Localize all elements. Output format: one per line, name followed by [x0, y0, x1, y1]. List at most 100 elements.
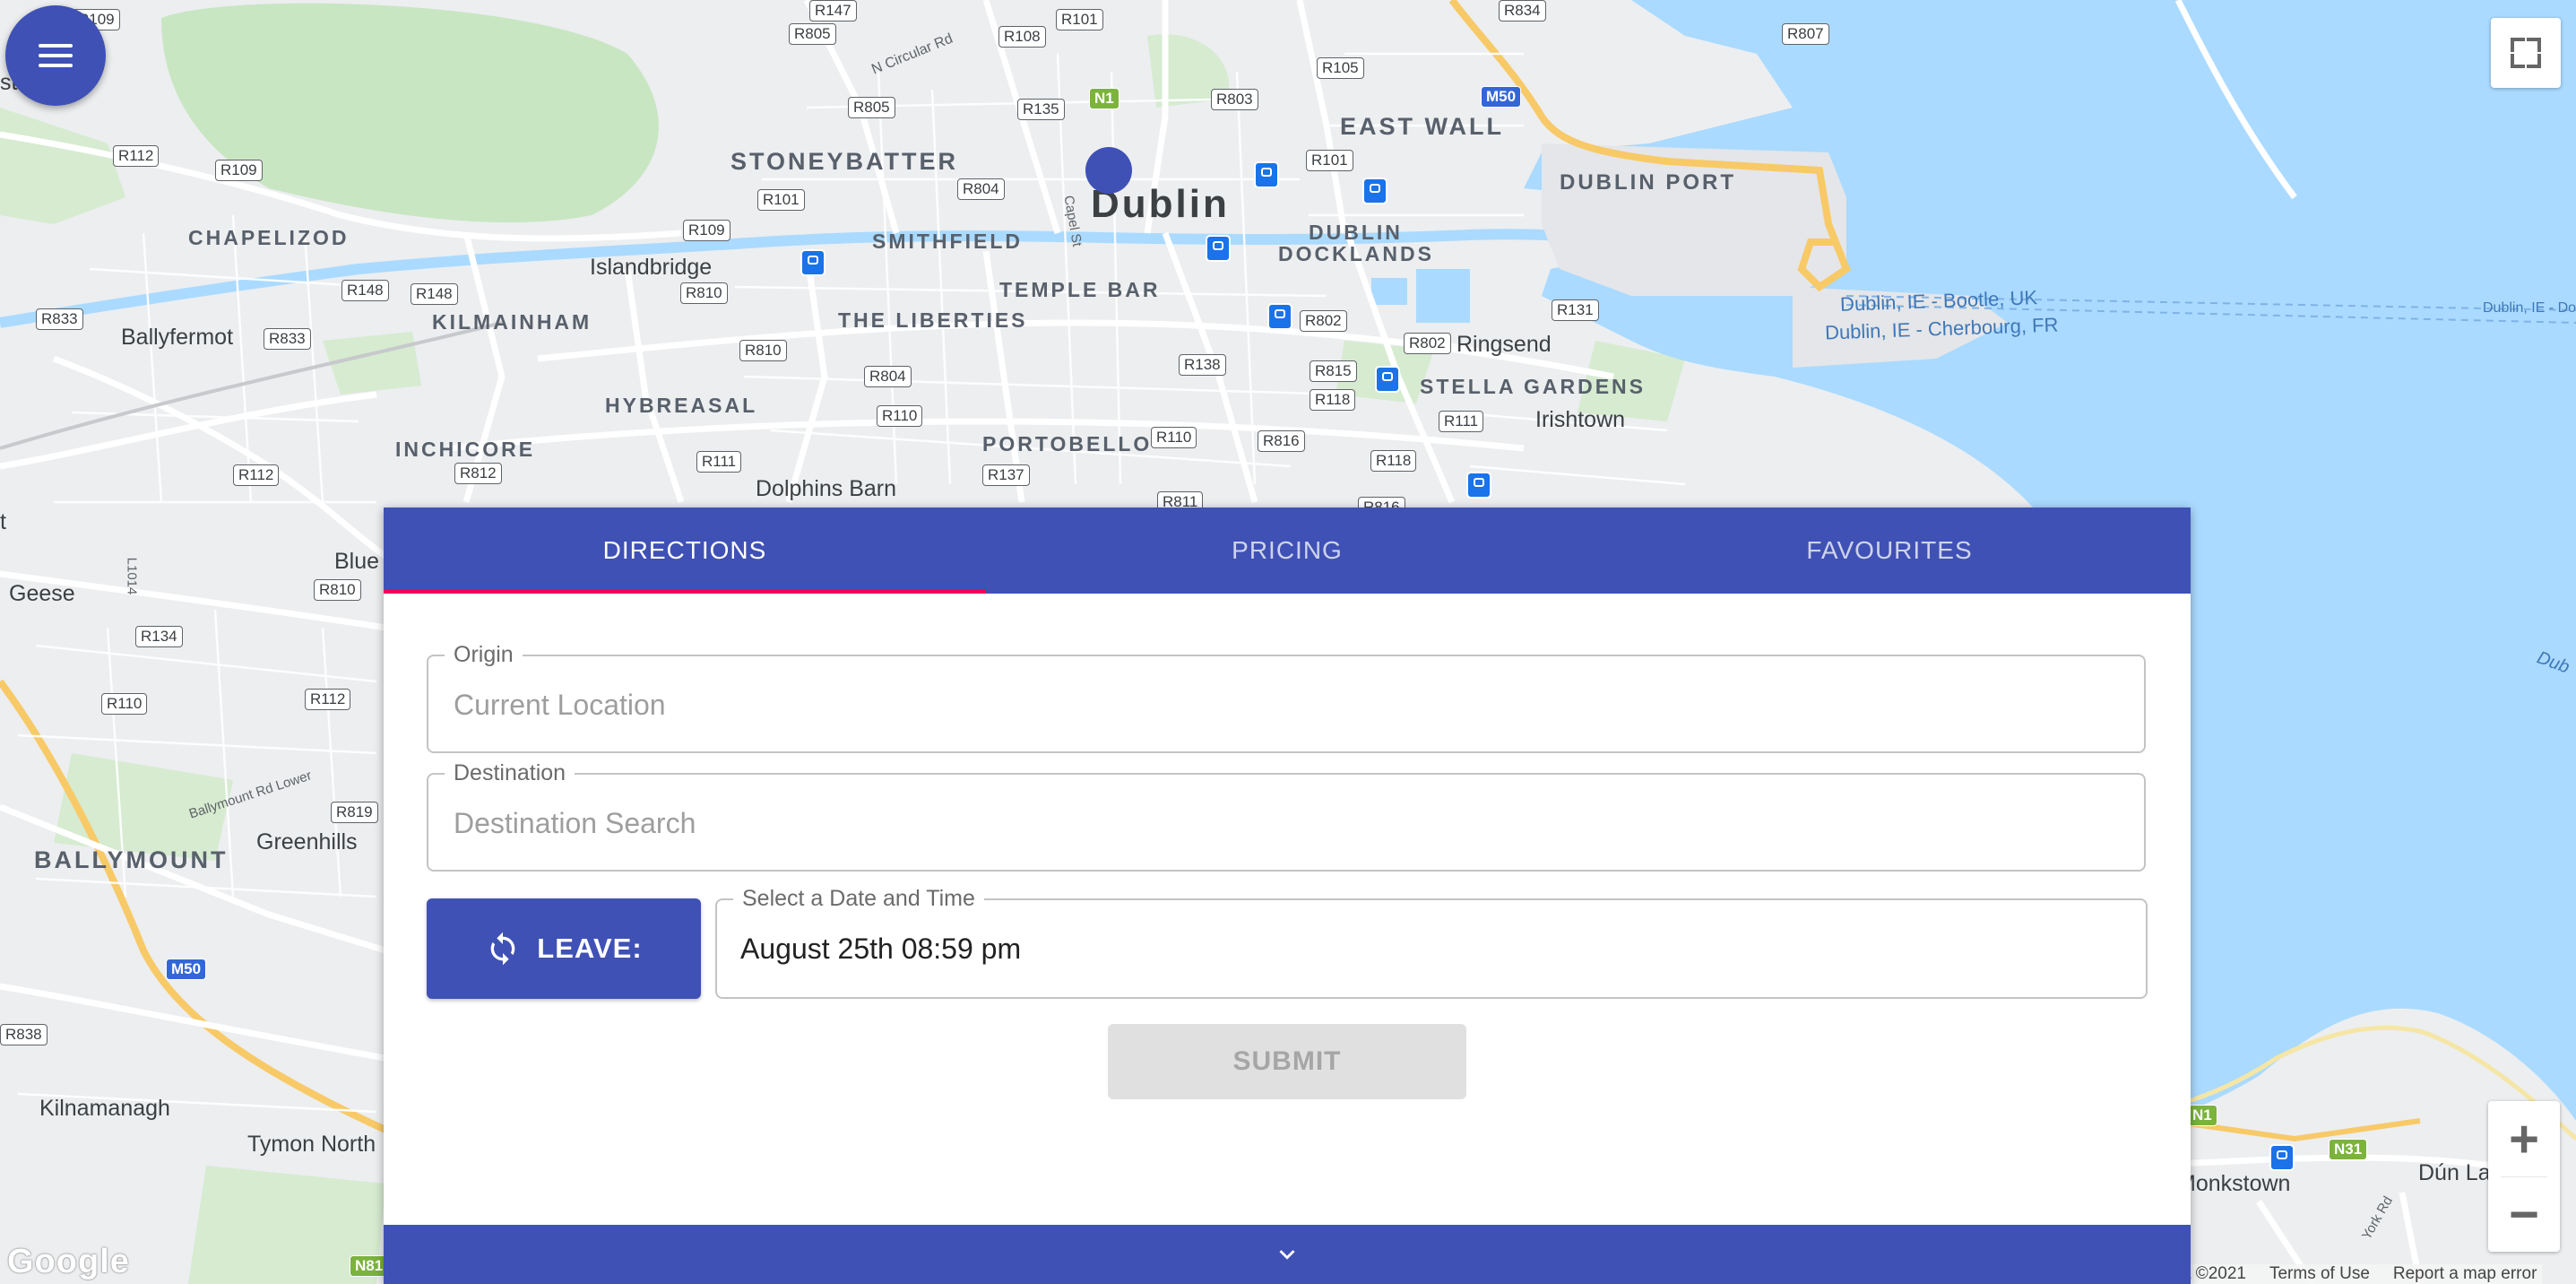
road-shield: R812 [454, 463, 502, 484]
train-station-icon[interactable] [1375, 366, 1400, 393]
district-label: PORTOBELLO [982, 432, 1153, 455]
train-station-icon[interactable] [1362, 178, 1387, 204]
train-station-icon[interactable] [1466, 472, 1491, 499]
place-label: Irishtown [1535, 407, 1626, 432]
collapse-panel-button[interactable] [384, 1225, 2191, 1284]
train-station-icon[interactable] [2269, 1144, 2295, 1171]
district-label: HYBREASAL [605, 394, 758, 417]
road-shield: R804 [957, 178, 1005, 200]
place-label: t [0, 509, 6, 534]
fullscreen-button[interactable] [2491, 18, 2561, 88]
district-label: CHAPELIZOD [188, 226, 350, 249]
road-shield: R118 [1370, 450, 1417, 472]
zoom-in-button[interactable]: + [2488, 1101, 2560, 1176]
tab-bar: DIRECTIONS PRICING FAVOURITES [384, 508, 2191, 594]
place-label: Ringsend [1457, 332, 1552, 357]
sync-icon [490, 932, 515, 966]
destination-field: Destination [427, 760, 2146, 872]
road-shield: R810 [680, 282, 728, 304]
road-shield: R138 [1179, 354, 1226, 376]
district-label: STELLA GARDENS [1420, 375, 1646, 398]
zoom-out-button[interactable]: − [2488, 1176, 2560, 1252]
road-shield: R118 [1310, 389, 1356, 411]
district-label: INCHICORE [395, 438, 536, 461]
google-logo: Google [7, 1243, 130, 1280]
menu-icon [39, 44, 73, 48]
road-shield: R802 [1404, 333, 1451, 354]
datetime-picker[interactable]: Select a Date and Time August 25th 08:59… [715, 886, 2148, 999]
origin-field: Origin [427, 642, 2146, 753]
road-shield: N31 [2329, 1139, 2368, 1160]
district-label: KILMAINHAM [432, 310, 592, 334]
road-shield: R135 [1017, 99, 1065, 120]
road-shield: R105 [1317, 57, 1364, 79]
train-station-icon[interactable] [1254, 161, 1279, 188]
road-shield: R804 [864, 366, 912, 387]
train-station-icon[interactable] [800, 249, 826, 276]
road-shield: R833 [36, 308, 83, 330]
road-shield: R111 [696, 451, 742, 473]
road-shield: R834 [1499, 0, 1546, 22]
district-label: DUBLIN PORT [1560, 170, 1736, 195]
district-label: DOCKLANDS [1278, 242, 1434, 265]
report-map-error-link[interactable]: Report a map error [2393, 1264, 2537, 1284]
tab-pricing[interactable]: PRICING [986, 508, 1588, 594]
district-label: STONEYBATTER [730, 148, 959, 175]
leave-toggle-button[interactable]: LEAVE: [427, 898, 701, 999]
road-shield: R112 [113, 145, 160, 167]
road-shield: R803 [1211, 89, 1258, 110]
road-shield: R810 [739, 340, 787, 361]
road-shield: R833 [264, 328, 311, 350]
train-station-icon[interactable] [1267, 303, 1292, 330]
road-shield: R148 [411, 283, 458, 305]
train-station-icon[interactable] [1206, 235, 1231, 262]
road-shield: R810 [314, 579, 361, 601]
menu-button[interactable] [5, 5, 106, 106]
place-label: Geese [9, 581, 75, 606]
road-shield: R112 [233, 464, 280, 486]
road-shield: R108 [998, 26, 1046, 48]
road-shield: R147 [809, 0, 857, 22]
road-shield: N81 [350, 1255, 389, 1277]
map-attribution: ata ©2021 Terms of Use Report a map erro… [2162, 1264, 2543, 1284]
ferry-route-label: Dublin, IE - Dou [2483, 300, 2576, 316]
chevron-down-icon [1279, 1250, 1295, 1260]
submit-button[interactable]: SUBMIT [1108, 1024, 1466, 1099]
district-label: THE LIBERTIES [838, 308, 1028, 332]
datetime-label: Select a Date and Time [733, 886, 984, 912]
road-shield: M50 [1481, 86, 1522, 108]
road-shield: R805 [848, 97, 895, 118]
road-shield: R802 [1300, 310, 1347, 332]
leave-button-label: LEAVE: [537, 933, 643, 964]
place-label: Blue [334, 549, 380, 574]
road-shield: R134 [135, 626, 183, 647]
directions-panel: DIRECTIONS PRICING FAVOURITES Origin Des… [384, 508, 2191, 1284]
road-shield: R110 [101, 693, 148, 715]
road-shield: R131 [1552, 299, 1599, 321]
current-location-marker[interactable] [1085, 147, 1132, 194]
place-label: Tymon North [247, 1132, 376, 1157]
road-shield: R838 [0, 1024, 48, 1045]
datetime-value: August 25th 08:59 pm [740, 933, 1022, 965]
road-shield: R819 [331, 802, 378, 823]
district-label: TEMPLE BAR [999, 278, 1161, 301]
place-label: Greenhills [256, 829, 358, 855]
road-shield: R110 [877, 405, 923, 427]
district-label: BALLYMOUNT [34, 846, 229, 873]
terms-of-use-link[interactable]: Terms of Use [2269, 1264, 2370, 1284]
place-label: Islandbridge [590, 255, 713, 280]
road-shield: R101 [1306, 150, 1353, 171]
road-shield: R111 [1439, 411, 1484, 432]
tab-favourites[interactable]: FAVOURITES [1588, 508, 2191, 594]
road-shield: R110 [1151, 427, 1197, 448]
district-label: SMITHFIELD [872, 230, 1023, 253]
origin-input[interactable] [452, 656, 2114, 753]
tab-directions[interactable]: DIRECTIONS [384, 508, 986, 594]
destination-input[interactable] [452, 775, 2114, 872]
road-shield: R805 [789, 23, 836, 45]
road-shield: M50 [166, 959, 207, 980]
place-label: Monkstown [2177, 1171, 2291, 1196]
road-shield: R112 [305, 689, 351, 710]
zoom-controls: + − [2488, 1101, 2560, 1252]
district-label: EAST WALL [1340, 113, 1504, 140]
